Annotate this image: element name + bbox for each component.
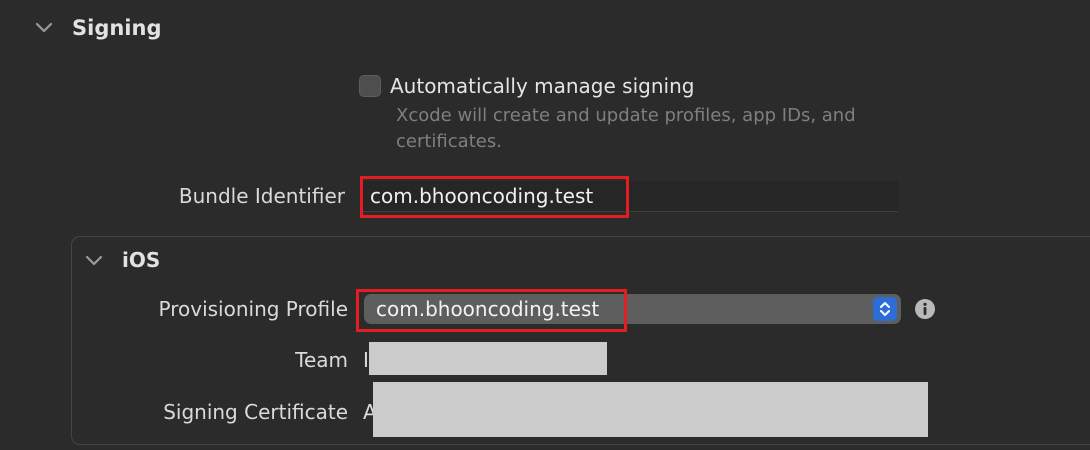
- info-icon[interactable]: [914, 298, 936, 320]
- auto-manage-label[interactable]: Automatically manage signing: [390, 71, 694, 101]
- section-title: Signing: [72, 16, 162, 40]
- ios-group-title: iOS: [122, 248, 161, 272]
- chevron-down-icon[interactable]: [84, 251, 104, 271]
- signing-certificate-redaction: [373, 382, 928, 437]
- chevron-down-icon[interactable]: [34, 18, 54, 38]
- provisioning-profile-label: Provisioning Profile: [158, 297, 348, 321]
- provisioning-profile-highlight: [356, 289, 627, 332]
- signing-certificate-label: Signing Certificate: [163, 400, 348, 424]
- chevron-up-down-icon[interactable]: [873, 297, 897, 321]
- bundle-identifier-label: Bundle Identifier: [178, 184, 345, 208]
- bundle-identifier-highlight: [360, 176, 629, 218]
- team-label: Team: [295, 348, 348, 372]
- auto-manage-checkbox[interactable]: [359, 75, 381, 97]
- team-redaction: [369, 342, 607, 375]
- auto-manage-description: Xcode will create and update profiles, a…: [396, 105, 856, 152]
